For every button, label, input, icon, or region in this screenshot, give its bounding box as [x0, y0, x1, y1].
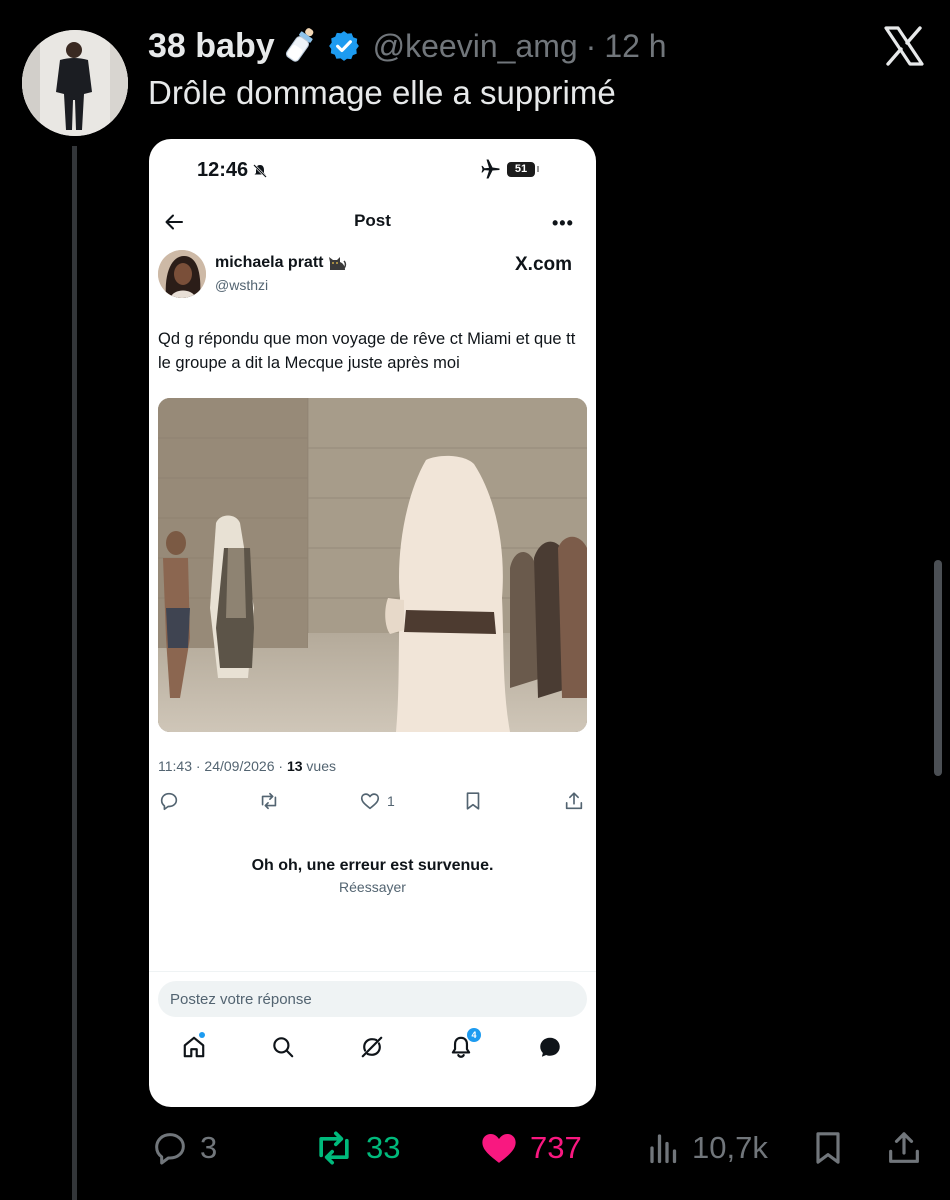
tweet-text: Drôle dommage elle a supprimé [148, 74, 616, 111]
share-icon [889, 1132, 919, 1163]
author-handle[interactable]: @keevin_amg [373, 28, 578, 65]
tab-messages[interactable] [537, 1034, 563, 1060]
inner-like-count: 1 [387, 793, 395, 809]
poster-name[interactable]: michaela pratt [215, 254, 347, 272]
divider [149, 971, 596, 972]
baby-bottle-icon [285, 25, 319, 67]
author-photo [22, 30, 128, 136]
heart-icon [360, 793, 380, 810]
notifications-badge: 4 [467, 1028, 481, 1042]
inner-like-button[interactable]: 1 [359, 790, 395, 812]
nav-title: Post [354, 211, 391, 230]
inner-share-button[interactable] [563, 790, 585, 812]
inner-reply-button[interactable] [158, 790, 180, 812]
status-bar-time: 12:46 [197, 159, 268, 182]
views-count-outer: 10,7k [692, 1130, 768, 1165]
retry-link[interactable]: Réessayer [149, 879, 596, 895]
status-bar-right: 51 [479, 159, 539, 179]
reply-button[interactable]: 3 [150, 1124, 217, 1172]
status-time-text: 12:46 [197, 159, 249, 181]
battery-tip [537, 166, 539, 172]
post-timestamp[interactable]: 11:43 · 24/09/2026 · [158, 758, 287, 774]
x-logo-icon[interactable] [882, 26, 926, 66]
home-icon [183, 1036, 205, 1058]
repost-icon [261, 792, 277, 810]
post-meta: 11:43 · 24/09/2026 · 13 vues [158, 758, 336, 774]
tweet-header: 38 baby @keevin_amg · 12 h [148, 22, 667, 70]
x-com-watermark: X.com [515, 254, 573, 275]
thread-line [72, 146, 77, 1200]
more-options-icon[interactable]: ••• [552, 213, 574, 234]
repost-button[interactable]: 33 [312, 1124, 400, 1172]
airplane-icon [481, 159, 500, 179]
post-media-gif[interactable] [158, 398, 587, 732]
grok-icon [361, 1036, 383, 1058]
heart-icon [482, 1134, 516, 1163]
like-button[interactable]: 737 [478, 1124, 582, 1172]
error-message: Oh oh, une erreur est survenue. [251, 857, 494, 874]
battery-indicator: 51 [507, 161, 535, 177]
views-label: vues [302, 758, 336, 774]
cat-icon [329, 257, 347, 270]
separator-dot: · [585, 27, 597, 64]
like-count: 737 [530, 1130, 582, 1165]
tab-grok[interactable] [359, 1034, 385, 1060]
post-text: Qd g répondu que mon voyage de rêve ct M… [158, 330, 576, 372]
home-unread-dot [199, 1032, 205, 1038]
author-avatar[interactable] [22, 30, 128, 136]
repost-count: 33 [366, 1130, 401, 1165]
reply-input[interactable] [158, 981, 587, 1017]
poster-avatar[interactable] [158, 250, 206, 298]
poster-name-text: michaela pratt [215, 254, 324, 271]
inner-bookmark-button[interactable] [462, 790, 484, 812]
tab-search[interactable] [270, 1034, 296, 1060]
inner-action-bar: 1 [158, 790, 586, 814]
reply-icon [155, 1133, 185, 1165]
reply-count: 3 [200, 1130, 218, 1165]
poster-handle[interactable]: @wsthzi [215, 277, 268, 293]
embedded-screenshot[interactable]: 12:46 51 Post ••• michaela pratt @wsthzi… [149, 139, 596, 1107]
inner-repost-button[interactable] [258, 790, 280, 812]
action-bar: 3 33 737 10,7k [0, 1124, 950, 1172]
media-image [158, 398, 587, 732]
views-button[interactable]: 10,7k [646, 1124, 768, 1172]
bookmark-icon [816, 1132, 840, 1164]
messages-icon [540, 1037, 560, 1057]
share-icon [565, 792, 583, 810]
tab-home[interactable] [181, 1034, 207, 1060]
verified-badge-icon[interactable] [327, 29, 361, 63]
reply-icon [160, 792, 178, 811]
bookmark-button[interactable] [808, 1124, 848, 1172]
post-time[interactable]: 12 h [604, 28, 666, 65]
poster-photo [158, 250, 206, 298]
views-count: 13 [286, 758, 303, 774]
mute-bell-icon [253, 163, 268, 178]
scrollbar[interactable] [934, 560, 942, 776]
views-icon [650, 1134, 677, 1164]
search-icon [273, 1037, 294, 1058]
repost-icon [319, 1131, 349, 1165]
share-button[interactable] [884, 1124, 924, 1172]
author-display-name[interactable]: 38 baby [148, 27, 275, 66]
bookmark-icon [466, 792, 480, 810]
bottom-tab-bar: 4 [149, 1028, 596, 1064]
